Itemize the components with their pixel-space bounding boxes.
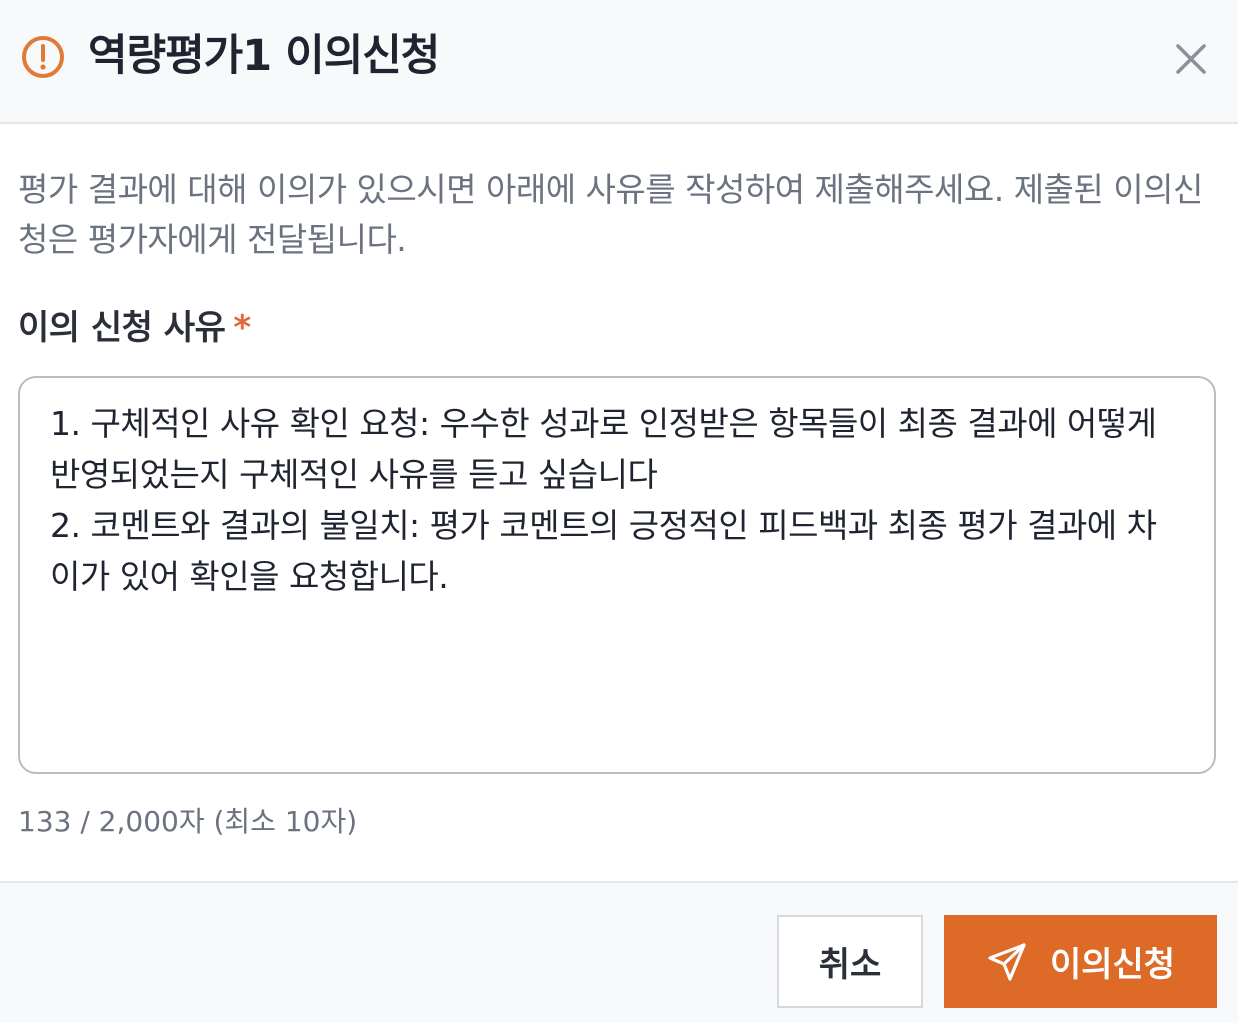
submit-appeal-label: 이의신청 bbox=[1049, 945, 1176, 985]
cancel-button[interactable]: 취소 bbox=[777, 915, 923, 1008]
reason-field-label-text: 이의 신청 사유 bbox=[18, 308, 226, 348]
close-icon[interactable] bbox=[1166, 34, 1216, 84]
reason-field-label: 이의 신청 사유 * bbox=[18, 304, 251, 352]
send-icon bbox=[988, 942, 1026, 981]
alert-circle-icon bbox=[22, 36, 64, 78]
appeal-dialog: 역량평가1 이의신청 평가 결과에 대해 이의가 있으시면 아래에 사유를 작성… bbox=[0, 0, 1238, 1023]
dialog-footer: 취소 이의신청 bbox=[0, 881, 1238, 1023]
required-mark: * bbox=[233, 308, 251, 348]
dialog-header: 역량평가1 이의신청 bbox=[0, 0, 1238, 124]
dialog-description: 평가 결과에 대해 이의가 있으시면 아래에 사유를 작성하여 제출해주세요. … bbox=[18, 170, 1203, 259]
reason-textarea[interactable]: 1. 구체적인 사유 확인 요청: 우수한 성과로 인정받은 항목들이 최종 결… bbox=[18, 376, 1216, 774]
submit-appeal-button[interactable]: 이의신청 bbox=[944, 915, 1217, 1008]
character-counter: 133 / 2,000자 (최소 10자) bbox=[18, 805, 358, 838]
dialog-title: 역량평가1 이의신청 bbox=[88, 31, 440, 81]
